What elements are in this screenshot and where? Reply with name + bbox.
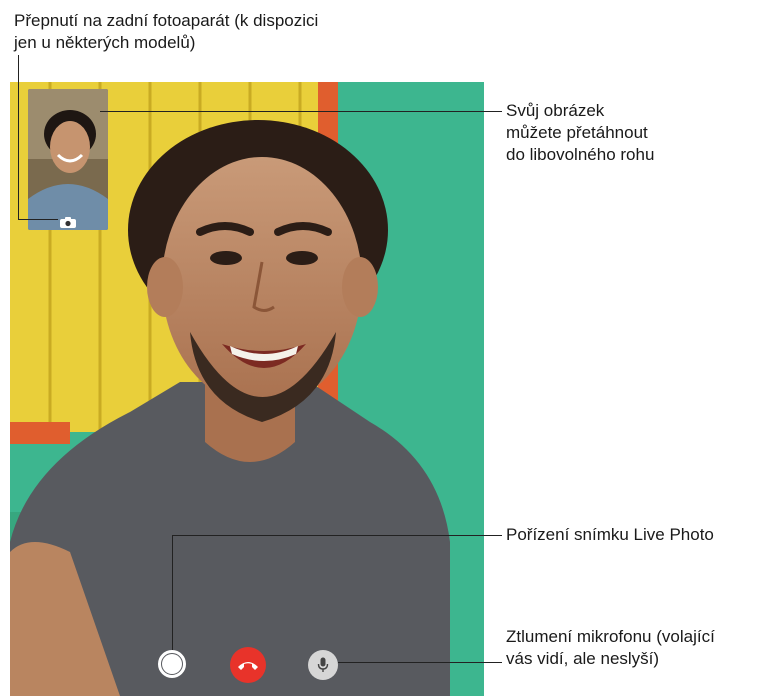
callout-flip-camera: Přepnutí na zadní fotoaparát (k dispozic… — [14, 11, 319, 52]
leader-drag-pip — [100, 111, 502, 112]
live-photo-button[interactable] — [158, 650, 186, 678]
leader-live-photo-horizontal — [172, 535, 502, 536]
self-view-pip[interactable] — [28, 89, 108, 230]
live-photo-shutter-icon — [162, 654, 182, 674]
leader-mute — [338, 662, 502, 663]
end-call-button[interactable] — [230, 647, 266, 683]
callout-mute: Ztlumení mikrofonu (volající vás vidí, a… — [506, 627, 715, 668]
mute-button[interactable] — [308, 650, 338, 680]
phone-hangup-icon — [238, 662, 258, 670]
leader-flip-camera-vertical — [18, 55, 19, 220]
leader-live-photo-vertical — [172, 535, 173, 650]
callout-live-photo: Pořízení snímku Live Photo — [506, 525, 714, 544]
camera-flip-icon[interactable] — [60, 215, 76, 228]
microphone-icon — [317, 657, 329, 672]
self-view-illustration — [28, 89, 108, 230]
callout-drag-pip: Svůj obrázek můžete přetáhnout do libovo… — [506, 101, 655, 164]
leader-flip-camera-horizontal — [18, 219, 58, 220]
